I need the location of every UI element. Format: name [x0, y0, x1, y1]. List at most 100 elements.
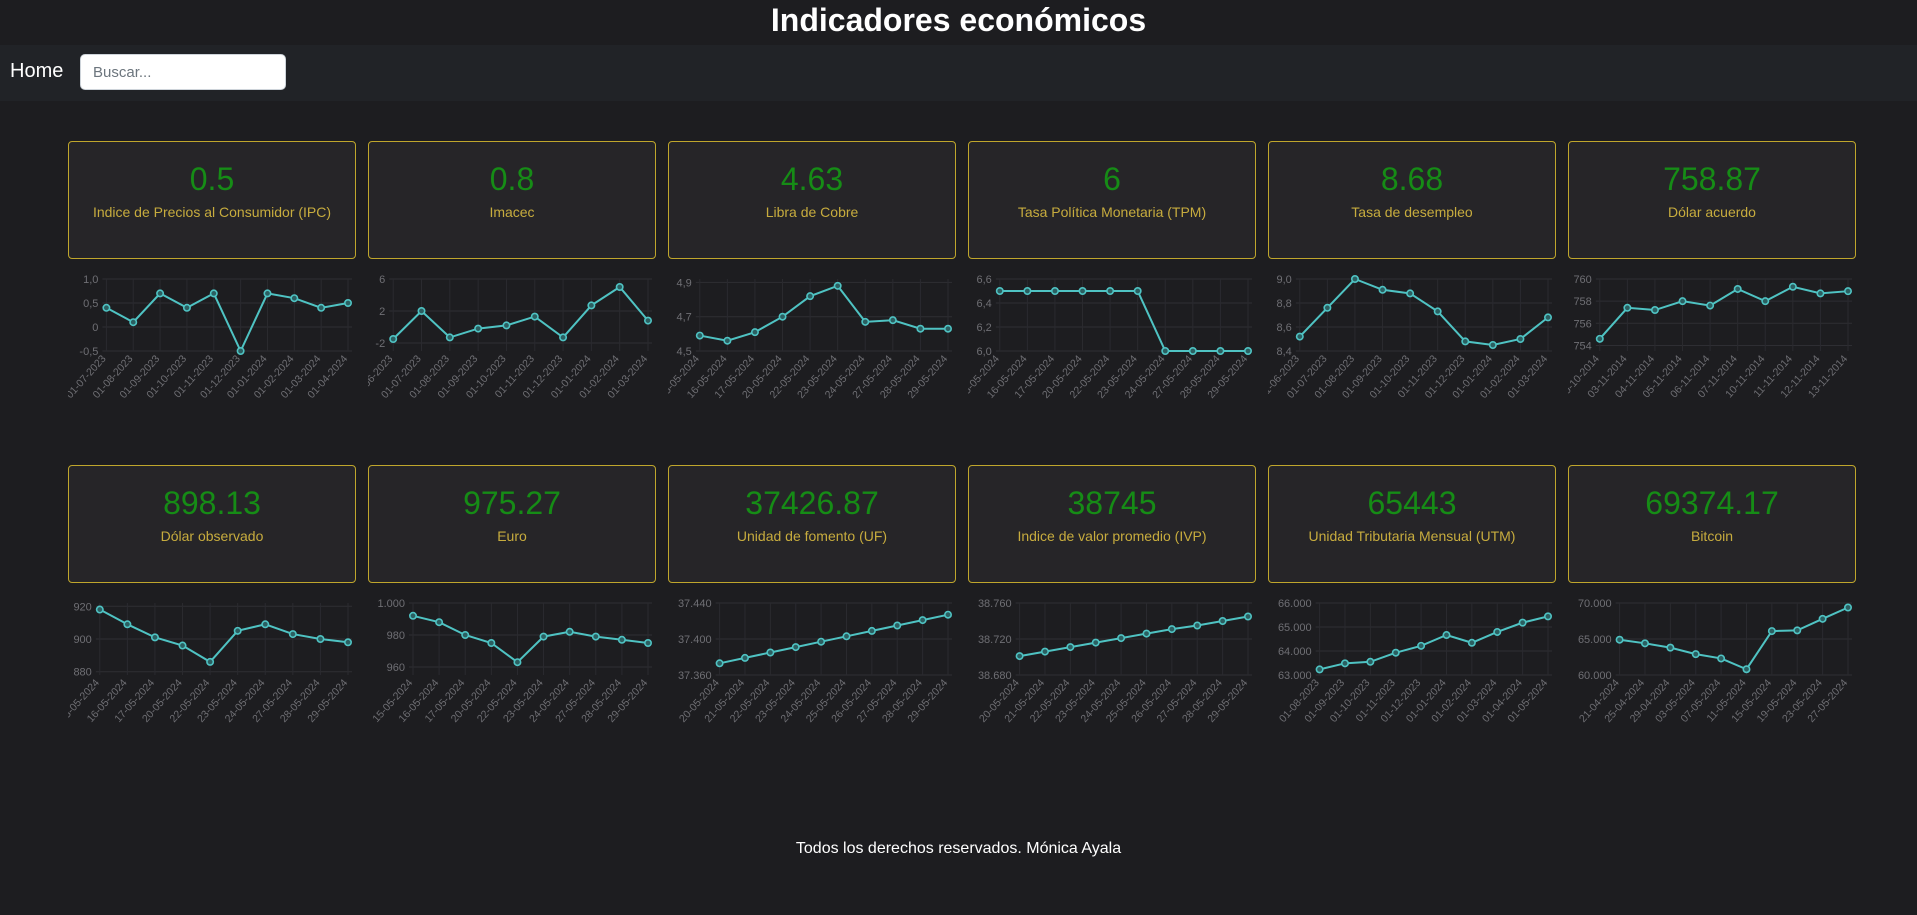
data-point	[1193, 621, 1202, 630]
y-tick-label: 760	[1573, 274, 1591, 286]
indicator-label: Unidad de fomento (UF)	[736, 528, 888, 544]
indicator-label: Dólar observado	[160, 528, 264, 544]
y-tick-label: 63.000	[1278, 670, 1312, 682]
data-point	[817, 637, 826, 646]
data-point	[1340, 659, 1349, 668]
indicator-chart: 1,00,50-0,501-07-202301-08-202301-09-202…	[68, 274, 352, 401]
search-input[interactable]	[80, 54, 286, 90]
data-point	[209, 289, 218, 298]
data-point	[1106, 286, 1115, 295]
data-point	[1666, 643, 1675, 652]
indicator-value: 758.87	[1663, 161, 1761, 197]
indicator-value: 4.63	[780, 161, 844, 197]
data-point	[95, 605, 104, 614]
data-point	[1433, 307, 1442, 316]
data-point	[129, 318, 138, 327]
indicator-value: 37426.87	[745, 485, 879, 521]
y-tick-label: 65.000	[1278, 622, 1312, 634]
data-point	[530, 312, 539, 321]
data-point	[1243, 347, 1252, 356]
data-point	[995, 286, 1004, 295]
data-point	[1040, 647, 1049, 656]
data-point	[178, 641, 187, 650]
data-point	[1761, 297, 1770, 306]
chart-grid	[995, 278, 1252, 352]
data-point	[766, 648, 775, 657]
indicator-value: 65443	[1367, 485, 1457, 521]
indicator-card: 898.13 Dólar observado	[68, 465, 356, 583]
data-point	[123, 620, 132, 629]
data-point	[867, 626, 876, 635]
data-point	[1391, 648, 1400, 657]
data-point	[591, 632, 600, 641]
data-point	[1323, 303, 1332, 312]
indicator-value: 8.68	[1380, 161, 1444, 197]
y-tick-label: 756	[1573, 318, 1591, 330]
indicator-chart: 1.00098096015-05-202416-05-202417-05-202…	[370, 598, 652, 725]
series-line	[1299, 277, 1549, 347]
y-tick-label: 37.400	[678, 634, 712, 646]
series-line	[699, 284, 948, 342]
y-tick-label: 4,9	[677, 277, 692, 289]
indicator-card: 8.68 Tasa de desempleo	[1268, 141, 1556, 259]
data-point	[1406, 289, 1415, 298]
data-point	[1518, 618, 1527, 627]
chart-grid	[95, 603, 352, 675]
data-point	[389, 335, 398, 344]
indicator-chart: 70.00065.00060.00021-04-202425-04-202429…	[1577, 598, 1852, 725]
series-line	[392, 285, 649, 340]
data-point	[1461, 337, 1470, 346]
y-tick-label: 980	[387, 630, 405, 642]
indicator-label: Tasa Política Monetaria (TPM)	[1017, 204, 1207, 220]
series-line	[99, 608, 349, 664]
indicator-label: Bitcoin	[1690, 528, 1734, 544]
data-point	[1078, 286, 1087, 295]
data-point	[263, 289, 272, 298]
data-point	[316, 634, 325, 643]
data-point	[615, 283, 624, 292]
series-line	[105, 292, 349, 354]
data-point	[1142, 629, 1151, 638]
data-point	[1295, 332, 1304, 341]
y-tick-label: 900	[73, 634, 91, 646]
data-point	[206, 657, 215, 666]
data-point	[893, 621, 902, 630]
indicator-row-2: 898.13 Dólar observado 920 900 880 15-05-2024…	[68, 465, 1856, 750]
y-tick-label: 0,5	[83, 298, 98, 310]
indicator-value: 975.27	[463, 485, 561, 521]
data-point	[1442, 631, 1451, 640]
nav-home-link[interactable]: Home	[10, 60, 63, 83]
indicator-chart: 9,08,88,68,401-06-202301-07-202301-08-20…	[1268, 274, 1552, 401]
indicator-card: 6 Tasa Política Monetaria (TPM)	[968, 141, 1256, 259]
y-tick-label: 6,4	[977, 298, 992, 310]
indicator-label: Unidad Tributaria Mensual (UTM)	[1308, 528, 1516, 544]
data-point	[643, 316, 652, 325]
y-tick-label: 8,8	[1277, 298, 1292, 310]
data-point	[408, 611, 417, 620]
data-point	[1023, 286, 1032, 295]
data-point	[1366, 657, 1375, 666]
y-tick-label: 38.760	[978, 598, 1012, 610]
series-line	[412, 614, 649, 664]
data-point	[1161, 347, 1170, 356]
chart-grid	[1015, 602, 1252, 676]
data-point	[1493, 627, 1502, 636]
indicator-label: Euro	[497, 528, 527, 544]
data-point	[695, 331, 704, 340]
data-point	[1623, 303, 1632, 312]
data-point	[317, 303, 326, 312]
data-point	[1133, 286, 1142, 295]
indicator-chart: 66.00065.00064.00063.00001-08-202301-09-…	[1277, 598, 1552, 725]
y-tick-label: 38.720	[978, 634, 1012, 646]
data-point	[343, 298, 352, 307]
data-point	[1640, 639, 1649, 648]
data-point	[236, 347, 245, 356]
indicator-cell: 898.13 Dólar observado 920 900 880 15-05-2024…	[68, 465, 356, 750]
data-point	[1543, 313, 1552, 322]
indicator-card: 38745 Indice de valor promedio (IVP)	[968, 465, 1256, 583]
data-point	[1467, 638, 1476, 647]
indicator-cell: 0.8 Imacec 6 2 -2 01-06-2023 01-07-2023 01-08-2…	[368, 141, 656, 426]
indicator-label: Indice de Precios al Consumidor (IPC)	[92, 204, 332, 220]
y-tick-label: 66.000	[1278, 598, 1312, 610]
indicator-chart: 4,94,74,515-05-202416-05-202417-05-20242…	[668, 277, 952, 401]
